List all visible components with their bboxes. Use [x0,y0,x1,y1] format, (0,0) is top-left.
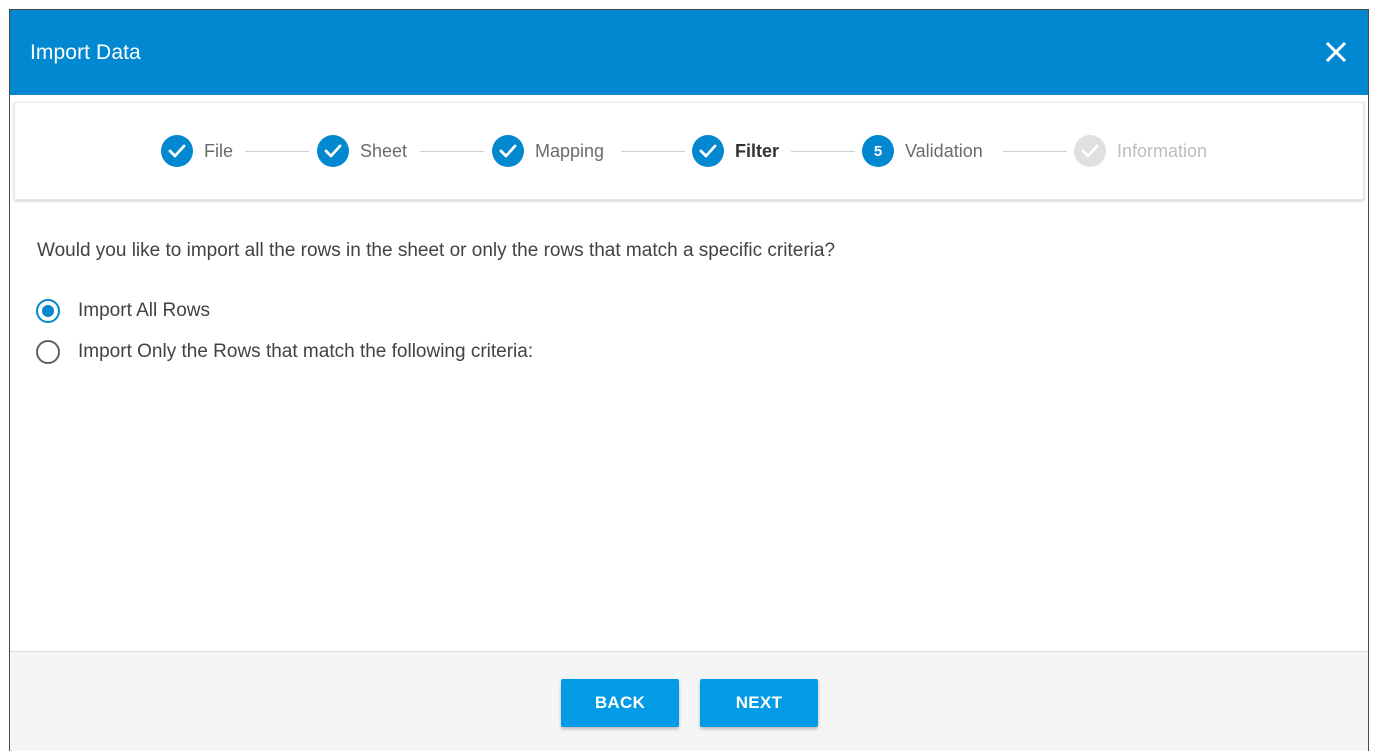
radio-button-checked[interactable] [36,299,60,323]
step-mapping[interactable]: Mapping [492,134,604,168]
back-button[interactable]: BACK [561,679,679,727]
step-number: 5 [873,142,883,160]
step-label: Filter [735,140,780,161]
close-icon [1325,41,1347,63]
step-sheet[interactable]: Sheet [317,134,407,168]
step-connector [791,151,855,152]
check-icon [161,135,193,167]
step-label: Mapping [535,140,605,161]
radio-button[interactable] [36,340,60,364]
step-label: Information [1117,140,1208,161]
wizard-stepper: File Sheet Mapping Filter 5 Validation I… [14,102,1364,200]
step-connector [1003,151,1067,152]
radio-label: Import Only the Rows that match the foll… [78,341,534,362]
step-connector [621,151,685,152]
dialog-header: Import Data [10,10,1368,95]
step-validation[interactable]: 5 Validation [862,134,983,168]
step-file[interactable]: File [161,134,233,168]
next-button[interactable]: NEXT [700,679,818,727]
close-button[interactable] [1322,38,1350,66]
check-icon [317,135,349,167]
check-icon [692,135,724,167]
filter-question: Would you like to import all the rows in… [37,240,836,261]
filter-content: Would you like to import all the rows in… [10,200,1368,650]
import-data-dialog: Import Data File Sheet Mapping Filter 5 … [9,9,1369,751]
step-label: File [204,140,234,161]
step-number-badge: 5 [862,135,894,167]
step-connector [245,151,309,152]
step-label: Validation [905,140,983,161]
step-information: Information [1074,134,1207,168]
dialog-title: Import Data [30,41,141,64]
radio-label: Import All Rows [78,300,210,321]
import-matching-rows-option[interactable]: Import Only the Rows that match the foll… [36,338,533,366]
check-icon [492,135,524,167]
dialog-footer: BACK NEXT [10,651,1368,751]
step-filter[interactable]: Filter [692,134,779,168]
check-icon [1074,135,1106,167]
import-all-rows-option[interactable]: Import All Rows [36,297,210,325]
step-connector [420,151,484,152]
step-label: Sheet [360,140,408,161]
